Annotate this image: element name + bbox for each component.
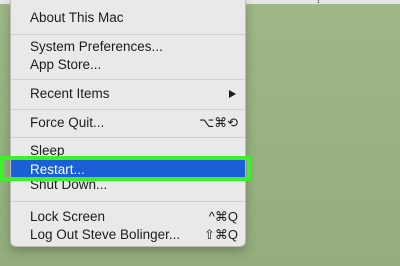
menu-item-log-out[interactable]: Log Out Steve Bolinger... ⇧⌘Q bbox=[11, 225, 245, 245]
menu-item-force-quit[interactable]: Force Quit... ⌥⌘⟲ bbox=[11, 113, 245, 133]
shortcut-log-out: ⇧⌘Q bbox=[203, 227, 238, 242]
menu-item-label: Force Quit... bbox=[30, 115, 105, 130]
menu-item-label: Log Out Steve Bolinger... bbox=[30, 227, 181, 242]
menu-separator bbox=[11, 79, 245, 80]
shortcut-lock-screen: ^⌘Q bbox=[208, 209, 238, 224]
submenu-arrow-icon bbox=[229, 90, 236, 98]
menu-item-label: Recent Items bbox=[30, 86, 110, 101]
menu-item-app-store[interactable]: App Store... bbox=[11, 55, 245, 75]
menu-separator bbox=[11, 201, 245, 202]
menu-item-shut-down[interactable]: Shut Down... bbox=[11, 181, 245, 195]
apple-menu: About This Mac System Preferences... App… bbox=[10, 0, 246, 247]
shortcut-force-quit: ⌥⌘⟲ bbox=[199, 115, 238, 130]
menu-item-label: App Store... bbox=[30, 57, 102, 72]
menu-item-lock-screen[interactable]: Lock Screen ^⌘Q bbox=[11, 207, 245, 227]
menu-item-label: Shut Down... bbox=[30, 181, 108, 192]
menu-item-label: About This Mac bbox=[30, 10, 124, 25]
menu-item-label: Lock Screen bbox=[30, 209, 106, 224]
menu-separator bbox=[11, 109, 245, 110]
menu-item-recent-items[interactable]: Recent Items bbox=[11, 84, 245, 104]
menu-item-system-preferences[interactable]: System Preferences... bbox=[11, 37, 245, 57]
menu-item-about-this-mac[interactable]: About This Mac bbox=[11, 8, 245, 28]
restart-highlight-frame bbox=[0, 156, 251, 181]
menu-separator bbox=[11, 137, 245, 138]
menu-item-label: System Preferences... bbox=[30, 39, 163, 54]
menu-bar-right-text: ? bbox=[315, 0, 322, 6]
menu-separator bbox=[11, 34, 245, 35]
